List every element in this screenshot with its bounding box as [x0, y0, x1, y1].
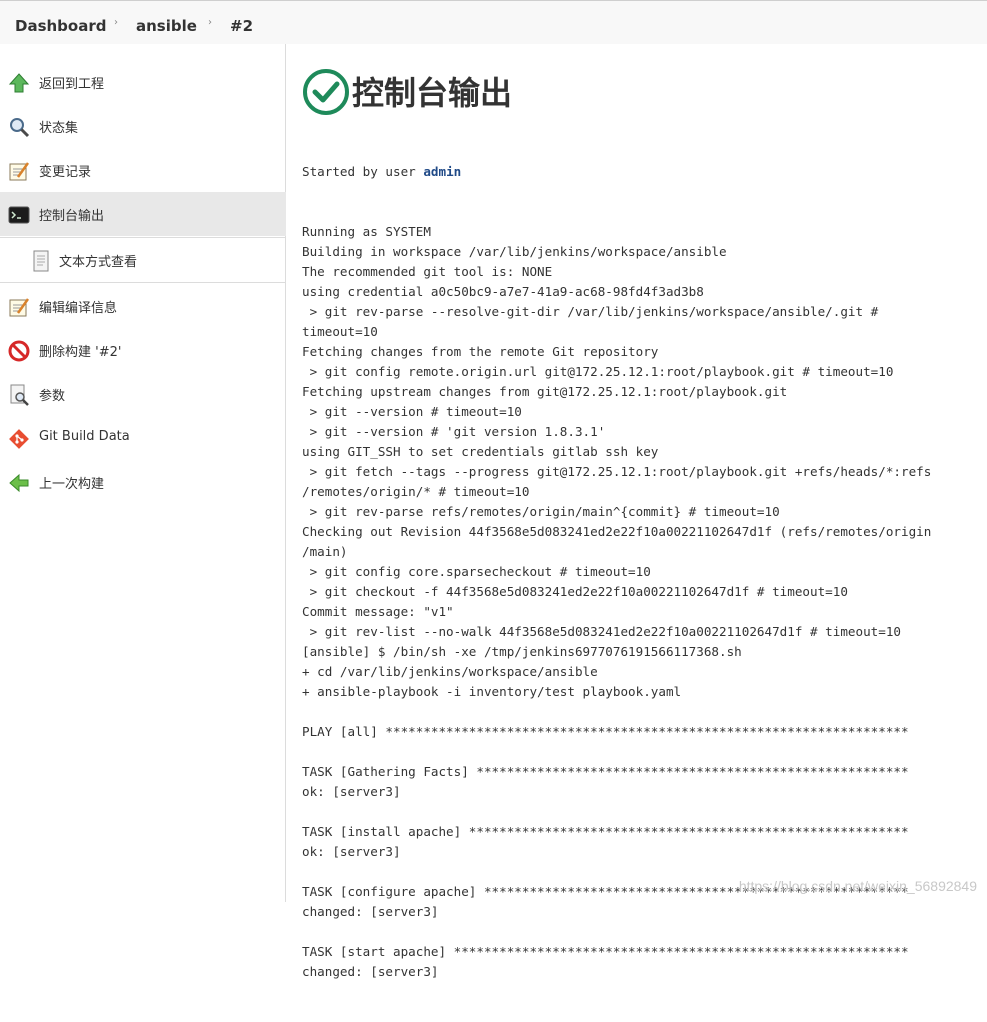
console-line: ok: [server3]: [302, 784, 401, 799]
console-line: TASK [Gathering Facts] *****************…: [302, 764, 909, 779]
watermark: https://blog.csdn.net/weixin_56892849: [738, 878, 977, 894]
breadcrumb: Dashboard › ansible › #2: [0, 0, 987, 44]
console-line: ok: [server3]: [302, 844, 401, 859]
sidebar-item-edit-build-info[interactable]: 编辑编译信息: [0, 284, 286, 328]
console-line: + cd /var/lib/jenkins/workspace/ansible: [302, 664, 598, 679]
console-line: > git rev-list --no-walk 44f3568e5d08324…: [302, 624, 901, 639]
console-line: changed: [server3]: [302, 904, 439, 919]
console-line: TASK [start apache] ********************…: [302, 944, 909, 959]
sidebar: 返回到工程 状态集 变更记录 控制台输出 文本方式查看 编辑编译信息 删除构建 …: [0, 44, 286, 902]
document-search-icon: [10, 384, 29, 406]
magnifier-icon: [10, 118, 30, 138]
console-line: /remotes/origin/* # timeout=10: [302, 484, 530, 499]
console-line-started-by: Started by user admin: [302, 162, 982, 182]
console-line: > git rev-parse --resolve-git-dir /var/l…: [302, 304, 879, 319]
sidebar-item-parameters[interactable]: 参数: [0, 372, 286, 416]
console-line: Running as SYSTEM: [302, 224, 431, 239]
console-line: > git --version # 'git version 1.8.3.1': [302, 424, 606, 439]
started-by-text: Started by user: [302, 164, 424, 179]
console-line: > git config core.sparsecheckout # timeo…: [302, 564, 651, 579]
console-line: /main): [302, 544, 348, 559]
breadcrumb-separator-icon: ›: [114, 17, 118, 28]
back-arrow-icon: [9, 473, 29, 493]
sidebar-item-label: 删除构建 '#2': [39, 345, 122, 360]
edit-notepad-icon: [9, 298, 30, 317]
console-line: Fetching changes from the remote Git rep…: [302, 344, 659, 359]
git-icon: [9, 429, 29, 449]
sidebar-item-label: 返回到工程: [39, 77, 105, 92]
sidebar-item-label: 变更记录: [39, 165, 92, 180]
up-arrow-icon: [8, 73, 30, 93]
sidebar-item-changes[interactable]: 变更记录: [0, 148, 286, 192]
sidebar-item-delete-build[interactable]: 删除构建 '#2': [0, 328, 286, 372]
console-line: > git config remote.origin.url git@172.2…: [302, 364, 894, 379]
console-line: using GIT_SSH to set credentials gitlab …: [302, 444, 659, 459]
sidebar-item-label: 文本方式查看: [59, 255, 138, 270]
console-line: Building in workspace /var/lib/jenkins/w…: [302, 244, 727, 259]
sidebar-item-previous-build[interactable]: 上一次构建: [0, 460, 286, 504]
console-line: timeout=10: [302, 324, 378, 339]
document-icon: [33, 250, 49, 272]
console-line: TASK [install apache] ******************…: [302, 824, 909, 839]
breadcrumb-dashboard[interactable]: Dashboard: [15, 17, 106, 35]
no-entry-icon: [8, 340, 30, 362]
success-check-icon: [303, 69, 349, 115]
notepad-icon: [9, 162, 30, 181]
console-line: [ansible] $ /bin/sh -xe /tmp/jenkins6977…: [302, 644, 742, 659]
sidebar-item-git-build-data[interactable]: Git Build Data: [0, 416, 286, 460]
terminal-icon: [8, 206, 30, 224]
sidebar-item-label: Git Build Data: [39, 429, 130, 444]
sidebar-item-console-output[interactable]: 控制台输出: [0, 192, 286, 236]
breadcrumb-separator-icon: ›: [208, 17, 212, 28]
breadcrumb-ansible[interactable]: ansible: [136, 17, 197, 35]
sidebar-item-label: 控制台输出: [39, 209, 105, 224]
console-line: > git fetch --tags --progress git@172.25…: [302, 464, 932, 479]
console-line: > git rev-parse refs/remotes/origin/main…: [302, 504, 780, 519]
console-line: using credential a0c50bc9-a7e7-41a9-ac68…: [302, 284, 704, 299]
sidebar-item-label: 编辑编译信息: [39, 301, 118, 316]
console-line: changed: [server3]: [302, 964, 439, 979]
sidebar-item-label: 状态集: [39, 121, 79, 136]
console-line: Fetching upstream changes from git@172.2…: [302, 384, 788, 399]
breadcrumb-build-2[interactable]: #2: [230, 17, 253, 35]
console-line: > git checkout -f 44f3568e5d083241ed2e22…: [302, 584, 848, 599]
page-title: 控制台输出: [352, 74, 513, 112]
sidebar-item-label: 上一次构建: [39, 477, 105, 492]
user-link[interactable]: admin: [423, 164, 461, 179]
console-line: PLAY [all] *****************************…: [302, 724, 909, 739]
console-line: > git --version # timeout=10: [302, 404, 522, 419]
sidebar-item-back-to-project[interactable]: 返回到工程: [0, 60, 286, 104]
sidebar-item-view-as-plain-text[interactable]: 文本方式查看: [0, 238, 286, 282]
console-line: + ansible-playbook -i inventory/test pla…: [302, 684, 682, 699]
console-line: Commit message: "v1": [302, 604, 454, 619]
sidebar-item-status[interactable]: 状态集: [0, 104, 286, 148]
console-lines: Running as SYSTEM Building in workspace /…: [302, 222, 982, 982]
sidebar-divider: [0, 282, 286, 283]
console-line: Checking out Revision 44f3568e5d083241ed…: [302, 524, 932, 539]
console-line: The recommended git tool is: NONE: [302, 264, 553, 279]
sidebar-item-label: 参数: [39, 389, 66, 404]
